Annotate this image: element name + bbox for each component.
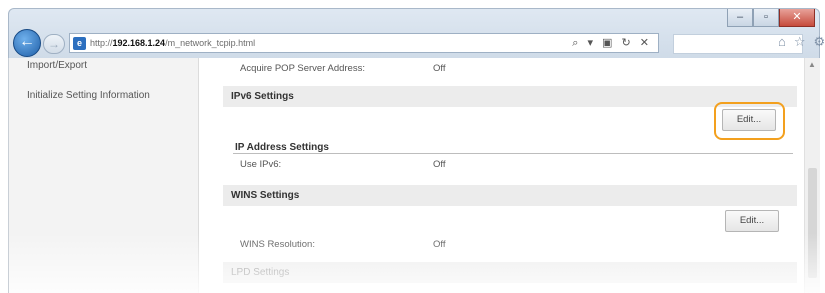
wins-section-header: WINS Settings [223,185,797,206]
wins-resolution-label: WINS Resolution: [240,239,315,250]
main-panel: Acquire POP Server Address: Off IPv6 Set… [223,58,797,293]
sidebar-item-import-export[interactable]: Import/Export [27,60,87,71]
url-text: http://192.168.1.24/m_network_tcpip.html [90,38,256,48]
pop-server-label: Acquire POP Server Address: [240,63,365,74]
pop-server-value: Off [433,63,446,74]
address-bar[interactable]: e http://192.168.1.24/m_network_tcpip.ht… [69,33,659,53]
page-favicon-icon: e [73,36,86,50]
scroll-up-arrow-icon[interactable]: ▲ [808,60,816,69]
forward-arrow-icon[interactable]: → [43,34,65,54]
wins-resolution-value: Off [433,239,446,250]
navigation-bar: ← → e http://192.168.1.24/m_network_tcpi… [13,29,825,57]
lpd-section-title: LPD Settings [231,267,290,278]
browser-window-chrome: ‒ ▫ ✕ ← → e http://192.168.1.24/m_networ… [8,8,825,58]
page-content: Import/Export Initialize Setting Informa… [8,58,821,293]
maximize-button[interactable]: ▫ [753,9,779,27]
scrollbar-thumb[interactable] [808,168,817,278]
ipv6-section-title: IPv6 Settings [231,91,294,102]
close-button[interactable]: ✕ [779,9,815,27]
favorites-star-icon[interactable]: ☆ [794,34,806,50]
sidebar: Import/Export Initialize Setting Informa… [9,58,199,293]
wins-edit-button[interactable]: Edit... [725,210,779,232]
use-ipv6-value: Off [433,159,446,170]
ip-address-settings-heading: IP Address Settings [235,142,329,153]
lpd-section-header: LPD Settings [223,262,797,283]
ipv6-edit-button[interactable]: Edit... [722,109,776,131]
home-icon[interactable]: ⌂ [778,34,786,50]
divider [233,153,793,154]
back-arrow-icon[interactable]: ← [13,29,41,57]
minimize-button[interactable]: ‒ [727,9,753,27]
use-ipv6-label: Use IPv6: [240,159,282,170]
settings-gear-icon[interactable]: ⚙ [814,34,825,50]
address-bar-tools[interactable]: ⌕ ▾ ▣ ↻ ✕ [572,36,652,50]
ipv6-section-header: IPv6 Settings [223,86,797,107]
sidebar-item-initialize-settings[interactable]: Initialize Setting Information [27,90,150,101]
vertical-scrollbar[interactable]: ▲ [804,58,820,293]
wins-section-title: WINS Settings [231,190,300,201]
window-controls: ‒ ▫ ✕ [727,9,815,27]
